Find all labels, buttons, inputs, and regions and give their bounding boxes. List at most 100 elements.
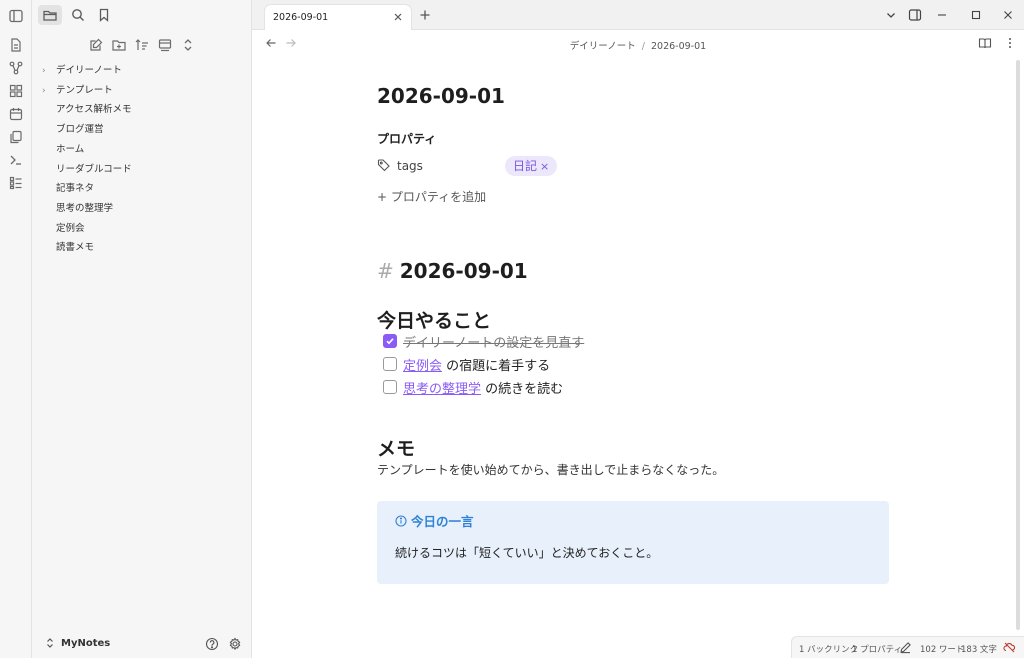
command-palette-icon[interactable] bbox=[8, 152, 24, 168]
heading-todo[interactable]: 今日やること bbox=[377, 306, 892, 333]
tree-file[interactable]: リーダブルコード bbox=[42, 161, 132, 179]
tree-item-label: ブログ運営 bbox=[56, 124, 104, 136]
maximize-window-icon[interactable] bbox=[969, 8, 983, 22]
folder-chevron-right-icon: › bbox=[42, 66, 46, 76]
minimize-window-icon[interactable] bbox=[935, 8, 949, 22]
heading-hash-marker: # bbox=[377, 259, 394, 283]
vault-switcher-bar: MyNotes bbox=[32, 630, 252, 658]
note-title[interactable]: 2026-09-01 bbox=[377, 84, 892, 108]
status-word-count: 102 ワード bbox=[920, 645, 965, 655]
tab-bar: 2026-09-01 bbox=[252, 0, 1024, 31]
tree-file[interactable]: 読書メモ bbox=[42, 239, 94, 257]
task-text: の宿題に着手する bbox=[442, 359, 551, 374]
close-tab-icon[interactable] bbox=[391, 10, 405, 24]
tree-item-label: ホーム bbox=[56, 143, 85, 155]
bases-icon[interactable] bbox=[8, 175, 24, 191]
status-bar: 1 バックリンク 1 プロパティ 102 ワード 183 文字 bbox=[791, 636, 1024, 658]
tab-2026-09-01[interactable]: 2026-09-01 bbox=[264, 4, 412, 31]
tree-folder[interactable]: › デイリーノート bbox=[42, 62, 122, 80]
new-tab-plus-icon[interactable] bbox=[418, 8, 432, 22]
status-properties[interactable]: 1 プロパティ bbox=[852, 643, 902, 655]
task-checkbox[interactable] bbox=[383, 380, 397, 394]
sidebar-toggle-icon[interactable] bbox=[8, 8, 24, 24]
callout-title-text: 今日の一言 bbox=[411, 514, 474, 529]
property-name[interactable]: tags bbox=[397, 159, 423, 173]
vault-chevrons-icon[interactable] bbox=[44, 637, 56, 649]
left-ribbon bbox=[0, 0, 32, 658]
bookmark-icon[interactable] bbox=[95, 6, 113, 24]
sync-off-icon[interactable] bbox=[1003, 641, 1016, 654]
tree-folder[interactable]: › テンプレート bbox=[42, 82, 113, 100]
reading-view-book-icon[interactable] bbox=[978, 36, 992, 50]
info-circle-icon bbox=[395, 515, 407, 527]
close-window-icon[interactable] bbox=[1001, 8, 1015, 22]
tree-item-label: 思考の整理学 bbox=[56, 202, 114, 214]
tree-item-label: 記事ネタ bbox=[56, 183, 95, 195]
tree-file[interactable]: 定例会 bbox=[42, 220, 85, 238]
new-folder-icon[interactable] bbox=[111, 37, 127, 53]
tag-icon bbox=[377, 158, 391, 172]
graph-view-icon[interactable] bbox=[8, 60, 24, 76]
collapse-all-icon[interactable] bbox=[180, 37, 196, 53]
tree-file[interactable]: ブログ運営 bbox=[42, 121, 104, 139]
search-icon[interactable] bbox=[69, 6, 87, 24]
open-quick-switcher-icon[interactable] bbox=[8, 37, 24, 53]
internal-link[interactable]: 定例会 bbox=[403, 359, 442, 374]
breadcrumb: デイリーノート / 2026-09-01 bbox=[252, 38, 1024, 52]
editor-pane[interactable]: 2026-09-01 プロパティ tags 日記 × + プロパティを追加 #20… bbox=[252, 56, 1024, 636]
templates-icon[interactable] bbox=[8, 129, 24, 145]
tree-item-label: アクセス解析メモ bbox=[56, 104, 132, 116]
add-property-button[interactable]: + プロパティを追加 bbox=[377, 188, 892, 205]
task-checkbox[interactable] bbox=[383, 357, 397, 371]
callout-title: 今日の一言 bbox=[395, 511, 474, 530]
tree-file[interactable]: ホーム bbox=[42, 141, 84, 159]
help-icon[interactable] bbox=[205, 637, 219, 651]
heading-1-text: 2026-09-01 bbox=[399, 259, 528, 283]
callout-body: 続けるコツは「短くていい」と決めておくこと。 bbox=[395, 546, 659, 560]
settings-gear-icon[interactable] bbox=[228, 637, 242, 651]
canvas-icon[interactable] bbox=[8, 83, 24, 99]
tag-remove-icon[interactable]: × bbox=[540, 160, 549, 173]
tab-title: 2026-09-01 bbox=[273, 12, 329, 23]
tag-pill[interactable]: 日記 × bbox=[505, 156, 558, 176]
heading-memo[interactable]: メモ bbox=[377, 434, 892, 461]
calendar-icon[interactable] bbox=[8, 106, 24, 122]
tree-file[interactable]: 記事ネタ bbox=[42, 180, 94, 198]
auto-reveal-icon[interactable] bbox=[157, 37, 173, 53]
edit-mode-pencil-icon[interactable] bbox=[899, 641, 912, 654]
tree-file[interactable]: 思考の整理学 bbox=[42, 200, 113, 218]
tree-item-label: リーダブルコード bbox=[56, 163, 132, 175]
editor-scrollbar[interactable] bbox=[1016, 60, 1020, 630]
property-row-tags: tags 日記 × bbox=[377, 156, 892, 176]
sort-order-icon[interactable] bbox=[134, 37, 150, 53]
folder-chevron-right-icon: › bbox=[42, 85, 46, 96]
new-note-icon[interactable] bbox=[88, 37, 104, 53]
breadcrumb-folder[interactable]: デイリーノート bbox=[570, 41, 636, 52]
properties-heading[interactable]: プロパティ bbox=[377, 130, 892, 147]
tree-item-label: デイリーノート bbox=[56, 65, 122, 76]
more-options-icon[interactable] bbox=[1005, 36, 1015, 50]
info-callout[interactable]: 今日の一言 続けるコツは「短くていい」と決めておくこと。 bbox=[377, 501, 889, 584]
tab-list-chevron-down-icon[interactable] bbox=[884, 8, 898, 22]
task-checkbox-checked[interactable] bbox=[383, 334, 397, 348]
right-sidebar-toggle-icon[interactable] bbox=[908, 8, 922, 22]
task-text: の続きを読む bbox=[481, 382, 564, 397]
view-header: デイリーノート / 2026-09-01 bbox=[252, 30, 1024, 56]
files-tab-folder-icon[interactable] bbox=[38, 5, 62, 25]
status-backlinks[interactable]: 1 バックリンク bbox=[799, 643, 858, 655]
internal-link[interactable]: 思考の整理学 bbox=[403, 382, 481, 397]
tree-file[interactable]: アクセス解析メモ bbox=[42, 101, 132, 119]
heading-1[interactable]: #2026-09-01 bbox=[377, 259, 892, 283]
tree-item-label: テンプレート bbox=[56, 84, 113, 96]
tag-pill-label: 日記 bbox=[513, 159, 538, 173]
breadcrumb-separator: / bbox=[641, 41, 645, 52]
task-list: デイリーノートの設定を見直す 定例会 の宿題に着手する 思考の整理学 の続きを読… bbox=[377, 332, 892, 404]
task-text: デイリーノートの設定を見直す bbox=[403, 336, 585, 351]
tree-item-label: 読書メモ bbox=[56, 242, 95, 254]
tree-item-label: 定例会 bbox=[56, 222, 85, 234]
breadcrumb-file[interactable]: 2026-09-01 bbox=[651, 41, 706, 52]
file-explorer-sidebar: › デイリーノート › テンプレートアクセス解析メモ ブログ運営ホームリーダブルコード記… bbox=[32, 0, 252, 658]
vault-name[interactable]: MyNotes bbox=[61, 638, 110, 649]
status-char-count: 183 文字 bbox=[961, 645, 997, 655]
memo-paragraph[interactable]: テンプレートを使い始めてから、書き出しで止まらなくなった。 bbox=[377, 461, 892, 478]
